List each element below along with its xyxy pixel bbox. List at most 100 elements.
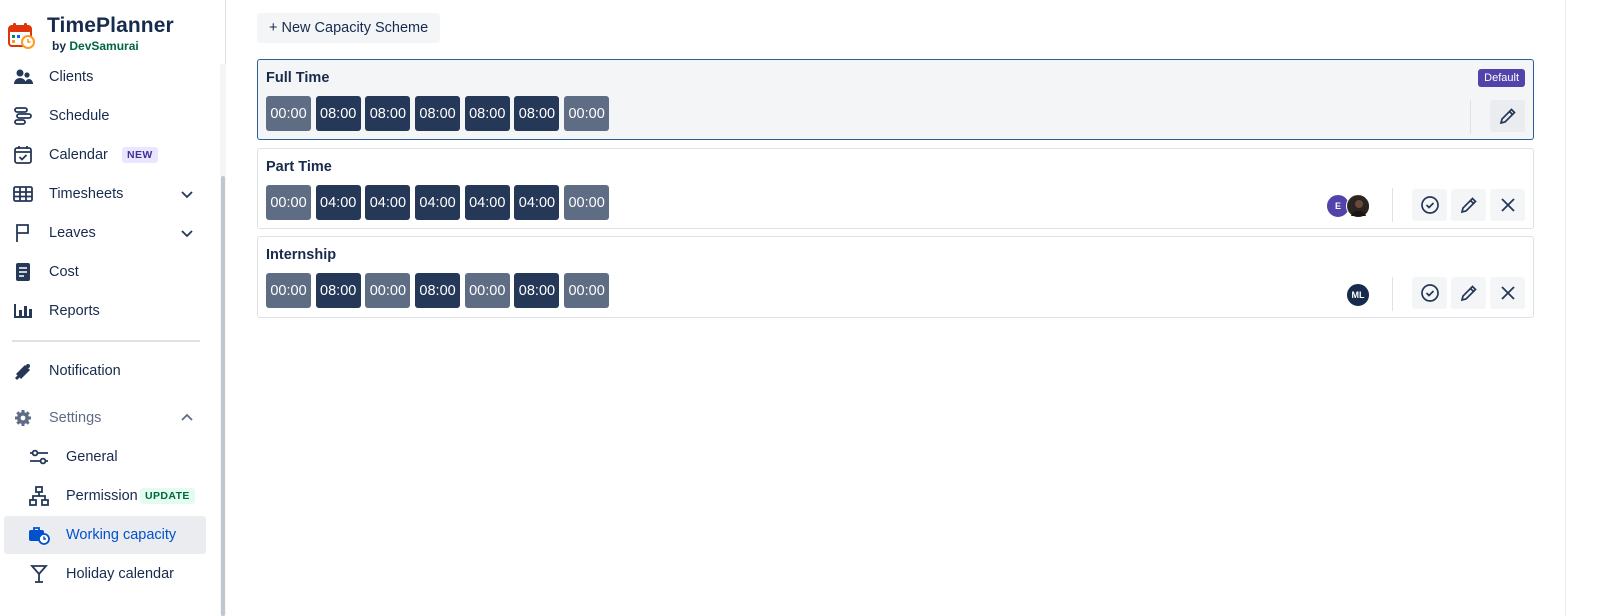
day-capacity: 08:00: [464, 96, 510, 131]
scheme-card-full-time[interactable]: Full Time Default 00:00 08:00 08:00 08:0…: [257, 59, 1534, 140]
check-circle-icon: [1420, 196, 1439, 214]
main-content: + New Capacity Scheme Full Time Default …: [227, 0, 1609, 616]
hierarchy-icon: [28, 485, 50, 507]
day-capacity: 08:00: [415, 96, 461, 131]
action-divider: [1392, 188, 1393, 222]
day-capacity: 08:00: [315, 273, 361, 308]
by-label: by: [52, 39, 67, 53]
chevron-up-icon[interactable]: [180, 411, 194, 425]
day-capacity: 08:00: [514, 96, 560, 131]
bell-icon: [12, 360, 34, 382]
brand: TimePlanner by DevSamurai: [8, 14, 174, 60]
sidebar-item-timesheets[interactable]: Timesheets: [4, 175, 206, 213]
cocktail-icon: [28, 563, 50, 585]
timeplanner-logo-icon: [8, 23, 35, 49]
briefcase-clock-icon: [28, 524, 50, 546]
day-capacity: 00:00: [266, 96, 311, 131]
pencil-icon: [1460, 197, 1477, 214]
day-capacity: 04:00: [514, 185, 560, 220]
table-icon: [12, 183, 34, 205]
sidebar-item-settings[interactable]: Settings: [4, 399, 206, 437]
edit-button[interactable]: [1451, 277, 1486, 309]
scheme-name: Internship: [266, 247, 337, 263]
day-capacity: 08:00: [315, 96, 361, 131]
default-badge: Default: [1478, 69, 1525, 87]
day-capacity: 00:00: [266, 185, 311, 220]
day-capacity: 08:00: [365, 96, 411, 131]
sidebar-item-label: Cost: [49, 264, 79, 280]
app-author: by DevSamurai: [52, 38, 174, 54]
sidebar-item-label: Permission: [66, 488, 138, 504]
scheme-name: Part Time: [266, 159, 332, 175]
set-default-button[interactable]: [1412, 189, 1447, 221]
pencil-icon: [1460, 285, 1477, 302]
chevron-down-icon[interactable]: [180, 226, 194, 240]
scheme-card-part-time[interactable]: Part Time 00:00 04:00 04:00 04:00 04:00 …: [257, 148, 1534, 229]
sidebar-item-working-capacity[interactable]: Working capacity: [4, 516, 206, 554]
sidebar-item-notification[interactable]: Notification: [4, 352, 206, 390]
pencil-icon: [1499, 108, 1516, 125]
app-title: TimePlanner: [47, 14, 174, 37]
edit-button[interactable]: [1451, 189, 1486, 221]
new-badge: NEW: [122, 147, 158, 163]
day-capacity: 08:00: [514, 273, 560, 308]
sidebar-scrollbar-thumb[interactable]: [221, 176, 225, 616]
sidebar-divider: [12, 340, 200, 342]
delete-button[interactable]: [1490, 189, 1525, 221]
sidebar-item-calendar[interactable]: Calendar NEW: [4, 136, 206, 174]
sidebar-item-schedule[interactable]: Schedule: [4, 97, 206, 135]
new-capacity-scheme-button[interactable]: + New Capacity Scheme: [257, 13, 441, 43]
action-divider: [1392, 277, 1393, 311]
sidebar-item-label: Calendar: [49, 147, 108, 163]
close-icon: [1500, 286, 1515, 300]
chevron-down-icon[interactable]: [180, 187, 194, 201]
day-capacity: 04:00: [315, 185, 361, 220]
day-capacity-list: 00:00 08:00 00:00 08:00 00:00 08:00 00:0…: [266, 273, 614, 308]
gear-icon: [12, 407, 34, 429]
sidebar-item-label: Holiday calendar: [66, 566, 175, 582]
day-capacity: 04:00: [415, 185, 461, 220]
schedule-icon: [12, 105, 34, 127]
sidebar-item-permission[interactable]: Permission UPDATE: [4, 477, 206, 515]
check-circle-icon: [1420, 284, 1439, 302]
sidebar-item-general[interactable]: General: [4, 438, 206, 476]
page-edge-divider: [1565, 0, 1566, 616]
sidebar-item-reports[interactable]: Reports: [4, 292, 206, 330]
scheme-name: Full Time: [266, 70, 330, 86]
day-capacity: 04:00: [464, 185, 510, 220]
sidebar-item-cost[interactable]: Cost: [4, 253, 206, 291]
close-icon: [1500, 198, 1515, 212]
day-capacity: 08:00: [415, 273, 461, 308]
users-icon: [12, 66, 34, 88]
day-capacity: 00:00: [564, 273, 610, 308]
day-capacity: 00:00: [365, 273, 411, 308]
day-capacity-list: 00:00 08:00 08:00 08:00 08:00 08:00 00:0…: [266, 96, 614, 131]
avatar[interactable]: ML: [1346, 283, 1370, 307]
receipt-icon: [12, 261, 34, 283]
day-capacity: 00:00: [564, 185, 610, 220]
day-capacity: 04:00: [365, 185, 411, 220]
sidebar-item-holiday-calendar[interactable]: Holiday calendar: [4, 555, 206, 593]
calendar-check-icon: [12, 144, 34, 166]
scheme-card-internship[interactable]: Internship 00:00 08:00 00:00 08:00 00:00…: [257, 236, 1534, 318]
sidebar-item-label: Leaves: [49, 225, 96, 241]
sidebar-item-clients[interactable]: Clients: [4, 58, 206, 96]
day-capacity: 00:00: [464, 273, 510, 308]
sidebar-item-label: Notification: [49, 363, 121, 379]
sliders-icon: [28, 446, 50, 468]
action-divider: [1470, 100, 1471, 134]
set-default-button[interactable]: [1412, 277, 1447, 309]
day-capacity-list: 00:00 04:00 04:00 04:00 04:00 04:00 00:0…: [266, 185, 614, 220]
delete-button[interactable]: [1490, 277, 1525, 309]
sidebar-item-label: Clients: [49, 69, 94, 85]
sidebar-item-label: General: [66, 449, 118, 465]
sidebar-item-leaves[interactable]: Leaves: [4, 214, 206, 252]
bar-chart-icon: [12, 300, 34, 322]
edit-button[interactable]: [1490, 100, 1525, 132]
sidebar-item-label: Reports: [49, 303, 100, 319]
avatar-photo[interactable]: [1346, 194, 1370, 218]
flag-icon: [12, 222, 34, 244]
update-badge: UPDATE: [140, 488, 195, 504]
sidebar-item-label: Schedule: [49, 108, 110, 124]
sidebar-item-label: Settings: [49, 410, 102, 426]
